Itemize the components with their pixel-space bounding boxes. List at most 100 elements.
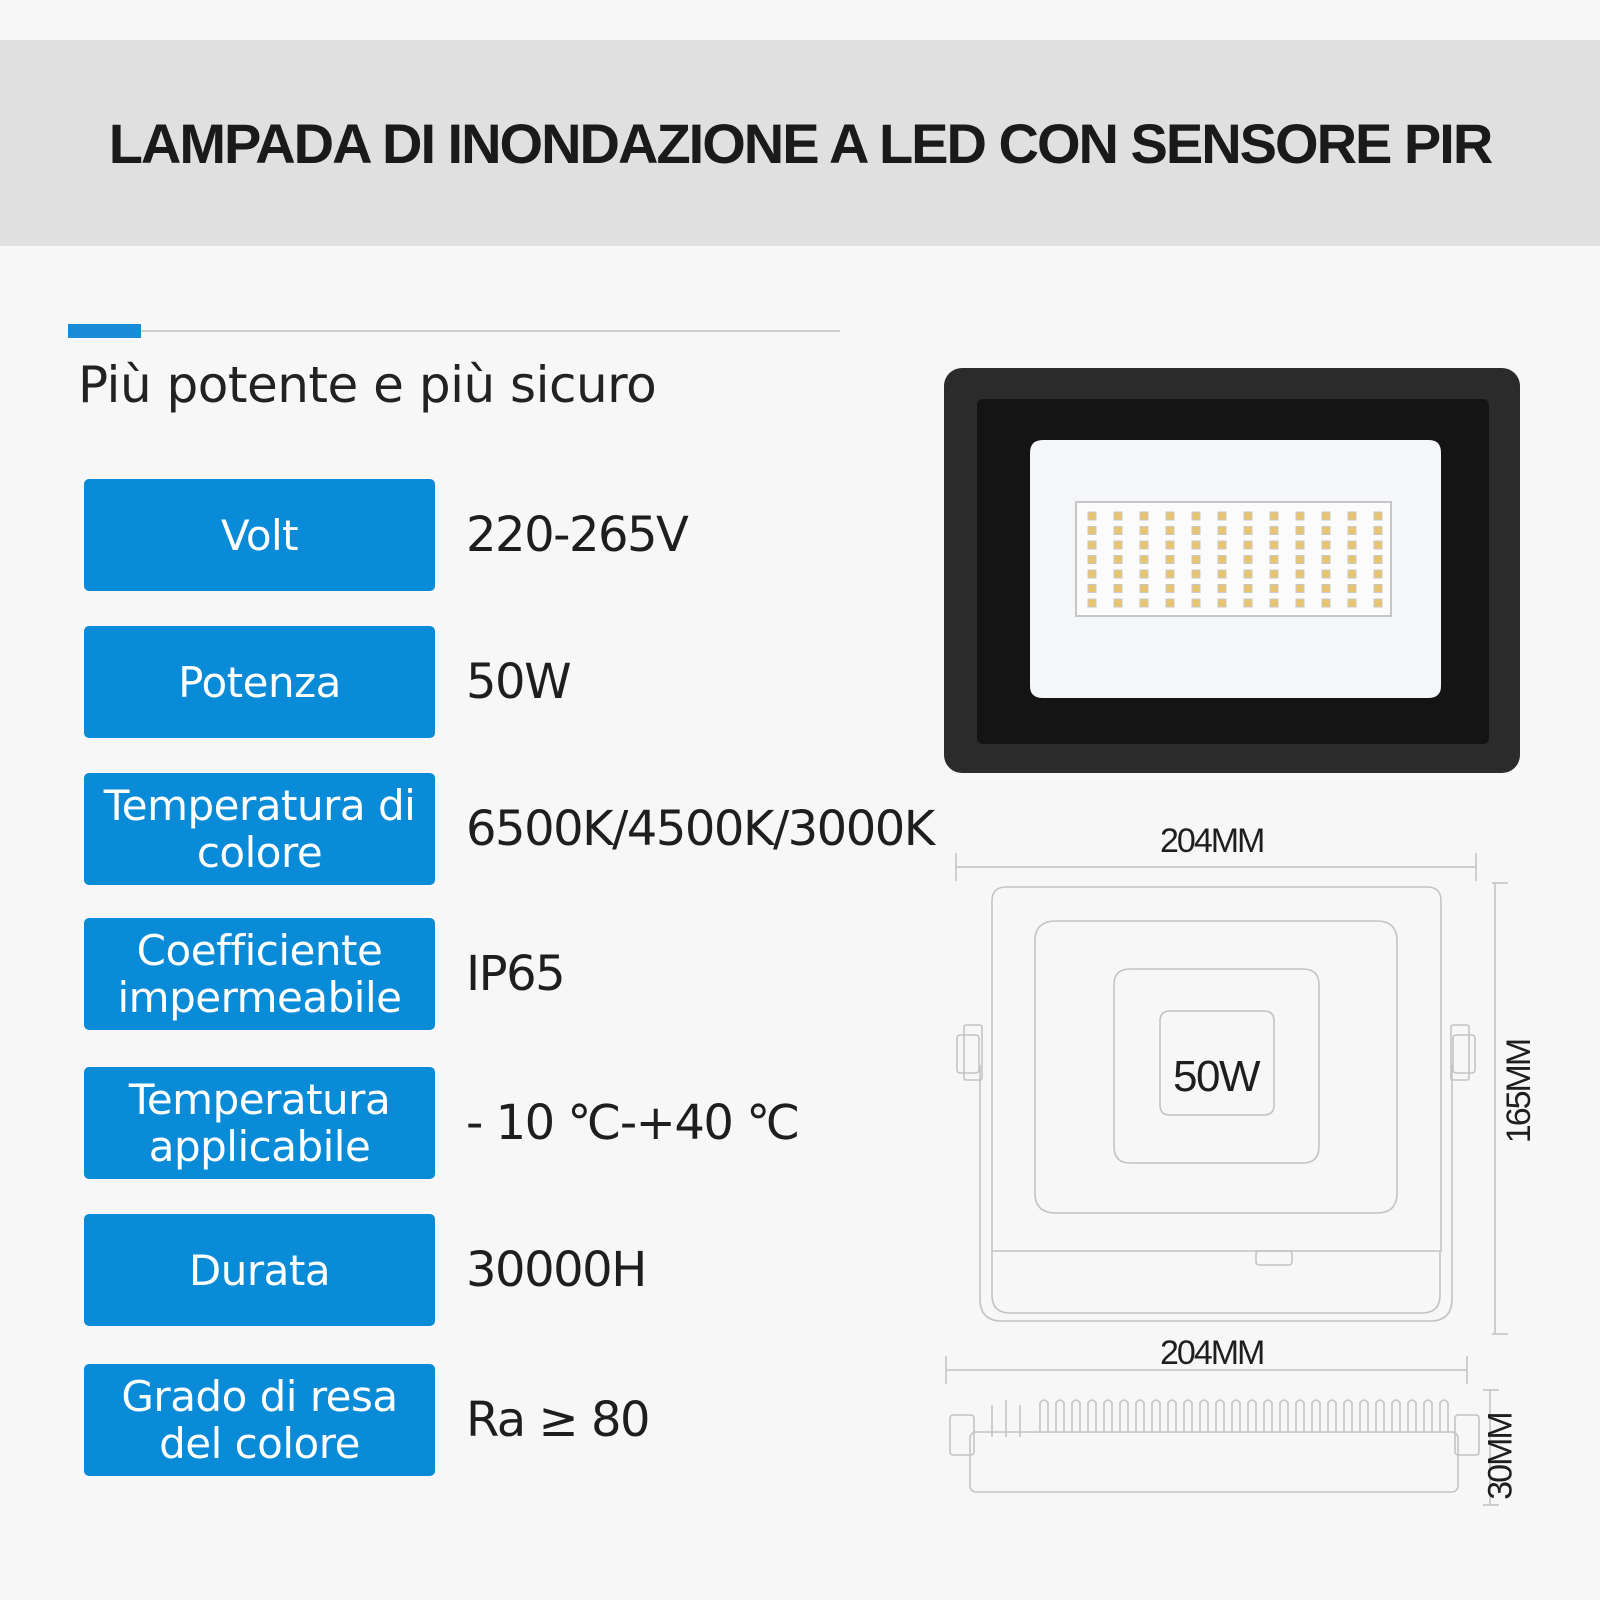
led-chip	[1191, 569, 1201, 579]
section-accent-bar	[68, 324, 141, 338]
led-chip	[1165, 511, 1175, 521]
led-chip	[1191, 526, 1201, 535]
led-chip	[1191, 584, 1201, 593]
heat-sink-fin	[1215, 1399, 1225, 1433]
heat-sink-fin	[1311, 1399, 1321, 1433]
heat-sink-fin	[1135, 1399, 1145, 1433]
led-chip	[1347, 584, 1357, 593]
spec-label-lifespan: Durata	[84, 1214, 435, 1326]
heat-sink-fin	[1407, 1399, 1417, 1433]
led-chip	[1217, 598, 1227, 608]
spec-value-color-temperature: 6500K/4500K/3000K	[466, 801, 935, 857]
led-chip	[1373, 555, 1383, 564]
heat-sink-fin	[1295, 1399, 1305, 1433]
led-chip	[1191, 540, 1201, 550]
heat-sink-fin	[1183, 1399, 1193, 1433]
led-chip	[1243, 540, 1253, 550]
led-chip	[1295, 526, 1305, 535]
spec-label-text: Temperatura di colore	[103, 781, 416, 877]
heat-sink-fin	[1039, 1399, 1049, 1433]
led-chip	[1321, 526, 1331, 535]
led-chip	[1217, 555, 1227, 564]
spec-label-volt: Volt	[84, 479, 435, 591]
heat-sink-fin	[1087, 1399, 1097, 1433]
floodlight-product-image	[944, 368, 1520, 773]
led-chip	[1295, 511, 1305, 521]
led-chip	[1373, 598, 1383, 608]
led-chip	[1139, 526, 1149, 535]
heat-sink-fin	[1423, 1399, 1433, 1433]
spec-label-text: Grado di resa del colore	[121, 1372, 398, 1468]
led-chip	[1321, 569, 1331, 579]
led-chip	[1269, 569, 1279, 579]
led-chip	[1139, 598, 1149, 608]
led-chip	[1347, 526, 1357, 535]
center-power-label: 50W	[1173, 1052, 1260, 1101]
led-chip	[1165, 540, 1175, 550]
led-chip	[1113, 511, 1123, 521]
spec-label-power: Potenza	[84, 626, 435, 738]
led-chip	[1269, 555, 1279, 564]
led-chip	[1295, 540, 1305, 550]
heat-sink-fin	[1151, 1399, 1161, 1433]
led-chip	[1139, 584, 1149, 593]
led-chip	[1087, 555, 1097, 564]
spec-value-volt: 220-265V	[466, 507, 689, 563]
led-chip	[1243, 526, 1253, 535]
led-chip	[1321, 584, 1331, 593]
led-chip	[1217, 540, 1227, 550]
led-chip	[1165, 569, 1175, 579]
led-chip	[1165, 598, 1175, 608]
spec-label-color-temperature: Temperatura di colore	[84, 773, 435, 885]
led-chip	[1217, 569, 1227, 579]
led-chip	[1113, 526, 1123, 535]
spec-label-operating-temperature: Temperatura applicabile	[84, 1067, 435, 1179]
led-chip	[1165, 584, 1175, 593]
spec-label-cri: Grado di resa del colore	[84, 1364, 435, 1476]
led-chip	[1217, 584, 1227, 593]
led-chip	[1373, 569, 1383, 579]
heat-sink-fin	[1071, 1399, 1081, 1433]
led-chip	[1113, 598, 1123, 608]
section-divider	[68, 330, 840, 332]
led-chip	[1321, 598, 1331, 608]
led-chip	[1243, 584, 1253, 593]
led-chip	[1087, 526, 1097, 535]
led-chip	[1295, 555, 1305, 564]
led-chip	[1321, 511, 1331, 521]
led-chip	[1243, 555, 1253, 564]
heat-sink-fin	[1439, 1399, 1449, 1433]
led-chip	[1269, 511, 1279, 521]
led-chip	[1347, 540, 1357, 550]
heat-sink-fin	[1375, 1399, 1385, 1433]
led-chip	[1191, 511, 1201, 521]
led-chip	[1087, 540, 1097, 550]
led-chip	[1269, 584, 1279, 593]
dimension-diagram	[945, 853, 1508, 1506]
heat-sink-fin	[1343, 1399, 1353, 1433]
heat-sink-fin	[1231, 1399, 1241, 1433]
spec-value-lifespan: 30000H	[466, 1242, 647, 1298]
spec-label-waterproof: Coefficiente impermeabile	[84, 918, 435, 1030]
page-title: LAMPADA DI INONDAZIONE A LED CON SENSORE…	[108, 111, 1494, 175]
led-chip	[1113, 540, 1123, 550]
led-chip	[1373, 526, 1383, 535]
led-chip	[1373, 584, 1383, 593]
led-chip	[1087, 511, 1097, 521]
depth-dimension: 30MM	[1481, 1413, 1520, 1500]
spec-label-text: Volt	[220, 510, 299, 560]
led-chip	[1295, 569, 1305, 579]
heat-sink-fin	[1391, 1399, 1401, 1433]
spec-value-power: 50W	[466, 654, 572, 710]
led-chip	[1165, 555, 1175, 564]
heat-sink-fin	[1263, 1399, 1273, 1433]
led-chip	[1243, 598, 1253, 608]
heat-sink-fin	[1279, 1399, 1289, 1433]
led-chip	[1113, 569, 1123, 579]
led-chip	[1087, 584, 1097, 593]
led-chip	[1139, 511, 1149, 521]
heat-sink-fin	[1199, 1399, 1209, 1433]
heat-sink-fin	[1119, 1399, 1129, 1433]
led-chip	[1321, 540, 1331, 550]
led-chip	[1191, 598, 1201, 608]
